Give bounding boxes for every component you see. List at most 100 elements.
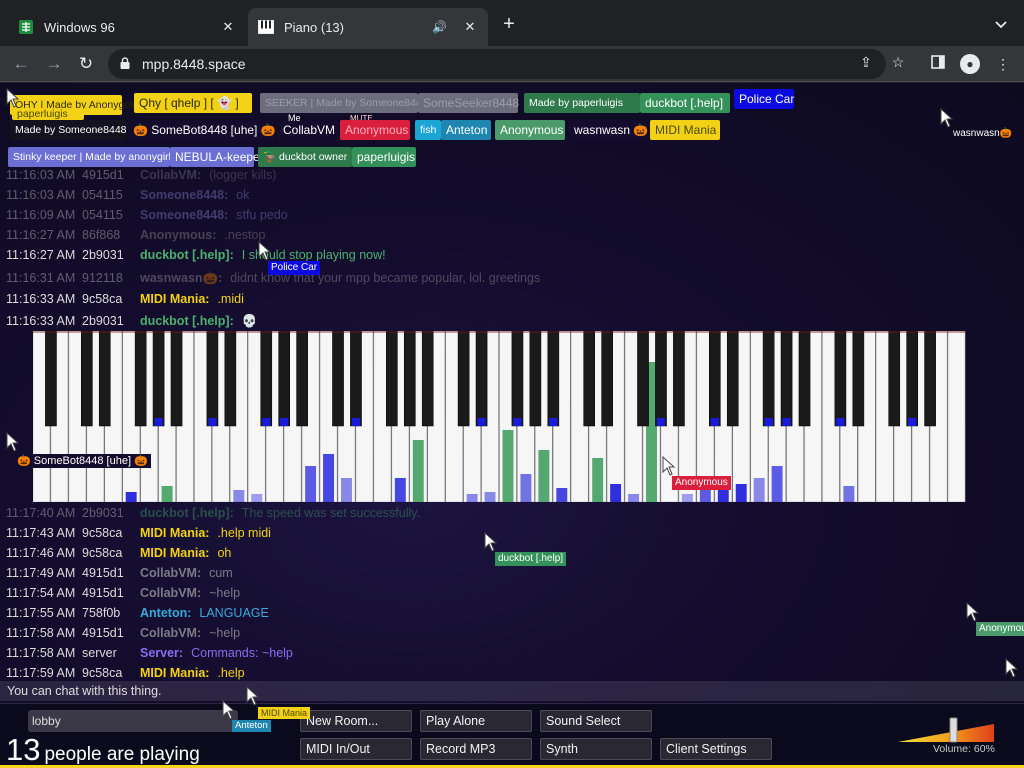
user-tag[interactable]: Qhy [ qhelp ] [ 👻 ] <box>134 93 252 113</box>
chat-nickname[interactable]: wasnwasn🎃: <box>140 271 222 285</box>
black-key[interactable] <box>260 331 273 427</box>
user-tag[interactable]: paperluigis <box>352 147 416 167</box>
black-key[interactable] <box>45 331 57 427</box>
synth-button[interactable]: Synth <box>540 738 652 760</box>
black-key[interactable] <box>134 331 147 427</box>
chat-nickname[interactable]: Anonymous: <box>140 228 216 242</box>
black-key[interactable] <box>726 331 739 427</box>
chat-nickname[interactable]: duckbot [.help]: <box>140 248 234 262</box>
chat-nickname[interactable]: CollabVM: <box>140 586 201 600</box>
tab-piano[interactable]: Piano (13) 🔊 ✕ <box>248 8 488 46</box>
black-key[interactable] <box>780 331 793 427</box>
black-key[interactable] <box>81 331 93 427</box>
profile-avatar-icon[interactable]: ● <box>960 54 980 74</box>
black-key[interactable] <box>457 331 470 427</box>
black-key[interactable] <box>709 331 721 427</box>
cursor-arrow-icon <box>6 87 20 108</box>
user-tag[interactable]: Police Car <box>734 89 794 109</box>
sound-select-button[interactable]: Sound Select <box>540 710 652 732</box>
share-icon[interactable]: ⇪ <box>856 54 876 71</box>
chat-message: 11:17:46 AM 9c58ca MIDI Mania: oh <box>6 543 231 563</box>
black-key[interactable] <box>278 331 291 427</box>
user-tag[interactable]: CollabVM <box>278 120 338 140</box>
forward-arrow-icon[interactable]: → <box>42 52 66 76</box>
chat-input[interactable]: You can chat with this thing. <box>0 681 1024 701</box>
black-key[interactable] <box>852 331 865 427</box>
black-key[interactable] <box>206 331 219 427</box>
black-key[interactable] <box>350 331 362 427</box>
kebab-menu-icon[interactable]: ⋮ <box>993 54 1013 74</box>
chat-nickname[interactable]: Anteton: <box>140 606 191 620</box>
chat-timestamp: 11:17:58 AM <box>6 646 76 660</box>
close-icon[interactable]: ✕ <box>220 19 236 35</box>
address-bar[interactable]: mpp.8448.space ⇪ ☆ <box>108 49 904 79</box>
black-key[interactable] <box>386 331 398 427</box>
chat-nickname[interactable]: MIDI Mania: <box>140 526 209 540</box>
star-icon[interactable]: ☆ <box>888 54 908 71</box>
chat-nickname[interactable]: CollabVM: <box>140 566 201 580</box>
new-room-button[interactable]: New Room... <box>300 710 412 732</box>
chat-nickname[interactable]: duckbot [.help]: <box>140 314 234 328</box>
spreadsheet-icon <box>18 19 34 35</box>
chat-nickname[interactable]: CollabVM: <box>140 626 201 640</box>
chat-nickname[interactable]: Someone8448: <box>140 188 228 202</box>
black-key[interactable] <box>296 331 308 427</box>
chevron-down-icon[interactable] <box>990 14 1012 36</box>
chat-nickname[interactable]: CollabVM: <box>140 168 201 182</box>
black-key[interactable] <box>583 331 596 427</box>
note-bar <box>656 418 666 426</box>
user-tag[interactable]: Anonymous <box>340 120 410 140</box>
black-key[interactable] <box>834 331 847 427</box>
side-panel-icon[interactable] <box>928 54 948 74</box>
close-icon[interactable]: ✕ <box>462 19 478 35</box>
user-tag[interactable]: NEBULA-keeper <box>170 147 264 167</box>
chat-nickname[interactable]: MIDI Mania: <box>140 666 209 680</box>
user-tag[interactable]: Anteton <box>441 120 491 140</box>
black-key[interactable] <box>924 331 936 427</box>
chat-nickname[interactable]: MIDI Mania: <box>140 546 209 560</box>
new-tab-button[interactable]: + <box>498 13 520 35</box>
reload-icon[interactable]: ↻ <box>74 52 98 76</box>
black-key[interactable] <box>529 331 542 427</box>
black-key[interactable] <box>152 331 165 427</box>
black-key[interactable] <box>762 331 775 427</box>
black-key[interactable] <box>475 331 488 427</box>
black-key[interactable] <box>170 331 183 427</box>
chat-nickname[interactable]: MIDI Mania: <box>140 292 209 306</box>
client-settings-button[interactable]: Client Settings <box>660 738 772 760</box>
black-key[interactable] <box>332 331 344 427</box>
record-mp3-button[interactable]: Record MP3 <box>420 738 532 760</box>
black-key[interactable] <box>637 331 649 427</box>
user-tag[interactable]: SomeSeeker8448 <box>418 93 519 113</box>
white-key[interactable] <box>947 331 966 502</box>
room-select[interactable]: lobby <box>28 710 238 732</box>
black-key[interactable] <box>224 331 237 427</box>
chat-user-id: 4915d1 <box>82 586 124 600</box>
chat-nickname[interactable]: Someone8448: <box>140 208 228 222</box>
chat-nickname[interactable]: duckbot [.help]: <box>140 506 234 520</box>
play-alone-button[interactable]: Play Alone <box>420 710 532 732</box>
black-key[interactable] <box>403 331 416 427</box>
black-key[interactable] <box>511 331 524 427</box>
midi-in-out-button[interactable]: MIDI In/Out <box>300 738 412 760</box>
black-key[interactable] <box>547 331 560 427</box>
black-key[interactable] <box>906 331 918 427</box>
volume-slider[interactable]: Volume: 60% <box>898 710 998 756</box>
user-tag[interactable]: 🎃 SomeBot8448 [uhe] 🎃 <box>128 120 276 140</box>
black-key[interactable] <box>601 331 613 427</box>
user-tag[interactable]: Anonymous <box>495 120 565 140</box>
black-key[interactable] <box>888 331 901 427</box>
user-tag[interactable]: wasnwasn 🎃 <box>569 120 648 140</box>
chat-nickname[interactable]: Server: <box>140 646 183 660</box>
speaker-icon[interactable]: 🔊 <box>432 20 448 34</box>
black-key[interactable] <box>421 331 434 427</box>
black-key[interactable] <box>655 331 667 427</box>
black-key[interactable] <box>798 331 811 427</box>
black-key[interactable] <box>673 331 685 427</box>
piano-keyboard[interactable] <box>33 331 966 502</box>
user-tag[interactable]: MIDI Mania <box>650 120 720 140</box>
tab-windows96[interactable]: Windows 96 ✕ <box>8 8 246 46</box>
user-tag[interactable]: duckbot [.help] <box>640 93 730 113</box>
black-key[interactable] <box>98 331 111 427</box>
back-arrow-icon[interactable]: ← <box>9 52 33 76</box>
